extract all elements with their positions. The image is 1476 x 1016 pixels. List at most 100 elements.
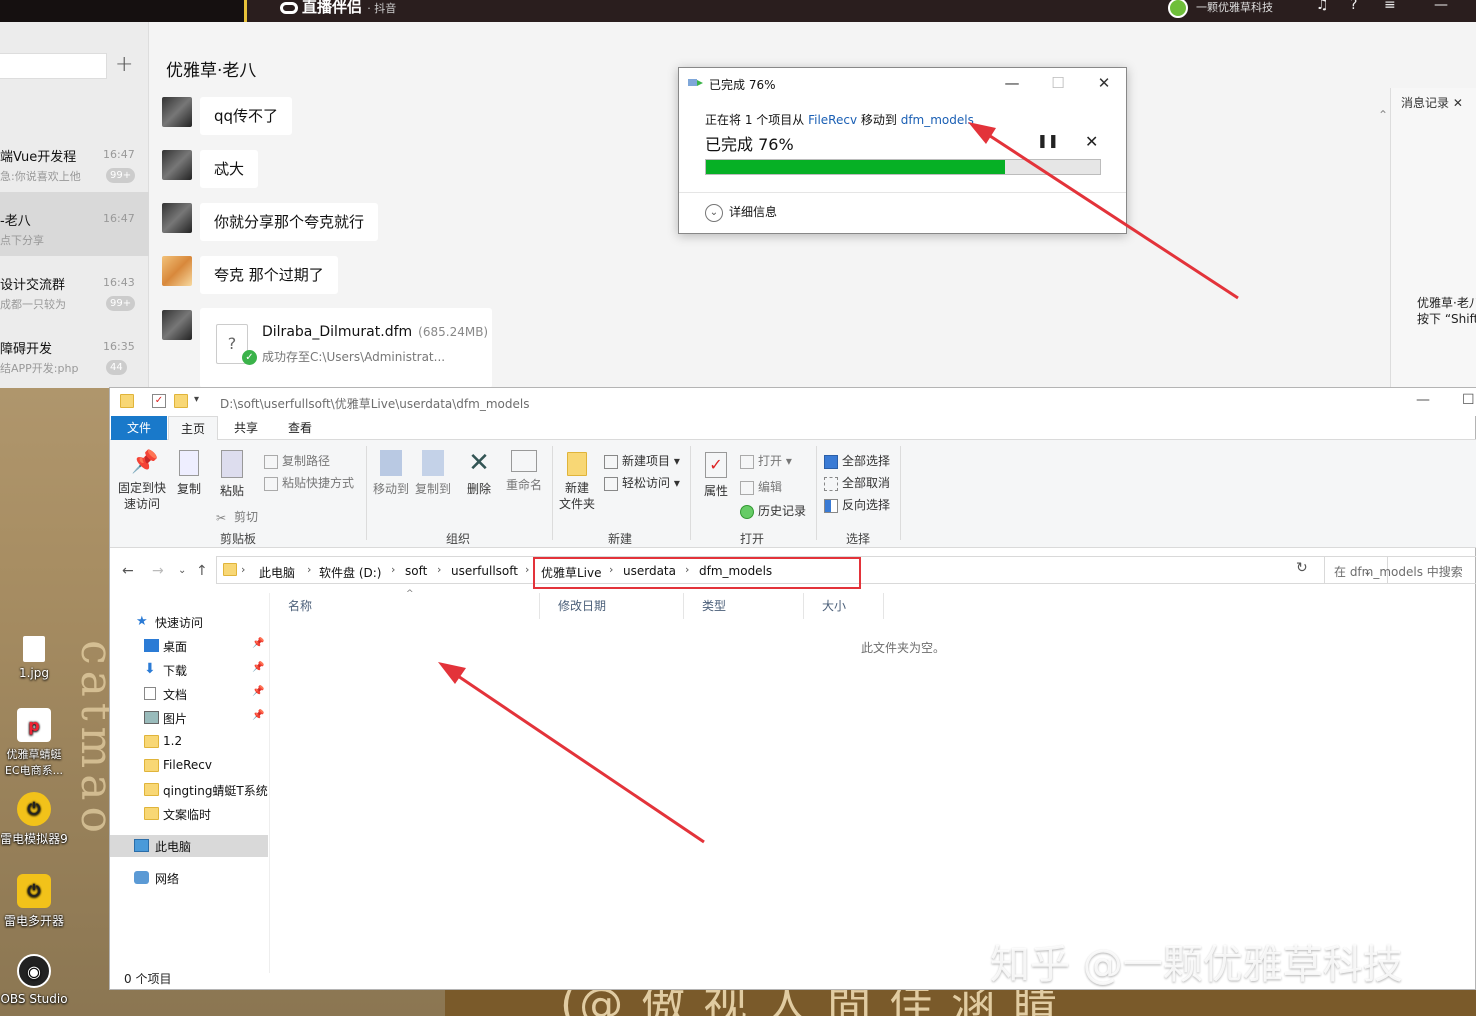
paste-shortcut-icon [264, 476, 278, 491]
search-input[interactable] [0, 53, 107, 79]
nav-label: 文档 [163, 688, 188, 702]
group-label-organize: 组织 [446, 532, 471, 546]
tab-home[interactable]: 主页 [168, 416, 219, 441]
minimize-icon[interactable]: — [1434, 0, 1448, 13]
tab-view[interactable]: 查看 [276, 416, 324, 440]
breadcrumb-drive[interactable]: 软件盘 (D:) [319, 564, 381, 581]
target-folder-link[interactable]: dfm_models [901, 113, 974, 127]
search-input[interactable]: 在 dfm_models 中搜索 [1324, 556, 1476, 584]
file-message-card[interactable]: ? ✓ Dilraba_Dilmurat.dfm (685.24MB) 成功存至C… [200, 308, 492, 388]
nav-this-pc[interactable]: 此电脑 [110, 835, 268, 857]
rename-button[interactable]: 重命名 [504, 450, 544, 493]
desktop-icon-ldplayer[interactable]: ⏻ 雷电模拟器9 [0, 792, 74, 847]
nav-item-folder[interactable]: qingting蜻蜓T系统 [110, 779, 268, 801]
close-button[interactable]: ✕ [1081, 70, 1127, 96]
conversation-item[interactable]: 端Vue开发程 急:你说喜欢上他 16:47 99+ [0, 128, 149, 192]
nav-item-pictures[interactable]: 图片 📌 [110, 707, 268, 729]
copy-button[interactable]: 复制 [174, 450, 204, 497]
source-folder-link[interactable]: FileRecv [808, 113, 857, 127]
move-prefix: 正在将 1 个项目从 [705, 113, 809, 127]
history-tab[interactable]: 消息记录 ✕ [1401, 94, 1463, 111]
nav-label: 网络 [155, 872, 180, 886]
move-mid: 移动到 [857, 113, 901, 127]
invert-selection-button[interactable]: 反向选择 [824, 496, 890, 513]
avatar [162, 97, 192, 127]
delete-icon: ✕ [468, 448, 490, 478]
nav-item-folder[interactable]: 1.2 [110, 731, 268, 753]
group-separator [900, 446, 901, 540]
nav-network[interactable]: 网络 [110, 867, 268, 889]
back-arrow-icon[interactable]: ← [122, 563, 134, 579]
desktop-icon-multi[interactable]: ⏻ 雷电多开器 [0, 874, 74, 929]
details-toggle[interactable]: ⌄ 详细信息 [705, 203, 777, 222]
tab-share[interactable]: 共享 [222, 416, 270, 440]
new-item-button[interactable]: 新建项目 ▾ [604, 452, 680, 469]
delete-button[interactable]: ✕ 删除 [464, 450, 494, 497]
document-icon [144, 687, 156, 700]
breadcrumb-this-pc[interactable]: 此电脑 [259, 564, 295, 581]
move-to-button[interactable]: 移动到 [372, 450, 410, 497]
close-icon[interactable]: ✕ [1453, 96, 1463, 110]
column-name[interactable]: 名称 [270, 593, 540, 619]
conversation-item-selected[interactable]: -老八 点下分享 16:47 [0, 192, 149, 256]
pause-icon[interactable]: ❚❚ [1037, 134, 1059, 149]
conv-time: 16:47 [103, 212, 135, 225]
minimize-button[interactable]: — [1416, 392, 1430, 408]
history-button[interactable]: 历史记录 [740, 502, 806, 519]
breadcrumb-soft[interactable]: soft [405, 564, 427, 578]
conversation-item[interactable]: 障碍开发 结APP开发:php 16:35 44 [0, 320, 149, 384]
multi-instance-icon: ⏻ [17, 874, 51, 908]
user-account[interactable]: 一颗优雅草科技 [1168, 0, 1273, 18]
column-size[interactable]: 大小 [804, 593, 884, 619]
file-size: (685.24MB) [418, 325, 489, 339]
copy-to-button[interactable]: 复制到 [414, 450, 452, 497]
copy-path-button[interactable]: 复制路径 [264, 452, 330, 469]
pin-quick-access-button[interactable]: 📌 固定到快 速访问 [116, 450, 168, 512]
recent-dropdown-icon[interactable]: ⌄ [178, 565, 186, 576]
nav-item-desktop[interactable]: 桌面 📌 [110, 635, 268, 657]
copy-label: 复制 [176, 482, 201, 496]
livestream-app-bar: 直播伴侣 · 抖音 一颗优雅草科技 ♫ ? ≡ — [0, 0, 1476, 22]
collapse-icon[interactable]: ⌃ [1378, 108, 1388, 122]
properties-button[interactable]: ✓ 属性 [698, 452, 734, 499]
minimize-button[interactable]: — [989, 70, 1035, 96]
paste-button[interactable]: 粘贴 [214, 450, 250, 499]
open-button[interactable]: 打开 ▾ [740, 452, 792, 469]
properties-quick-icon[interactable]: ✓ [152, 394, 166, 408]
breadcrumb-userfullsoft[interactable]: userfullsoft [451, 564, 518, 578]
tab-file[interactable]: 文件 [111, 416, 167, 440]
address-bar[interactable]: › 此电脑 › 软件盘 (D:) › soft › userfullsoft ›… [216, 556, 1388, 589]
help-icon[interactable]: ? [1350, 0, 1357, 13]
maximize-button[interactable]: ☐ [1462, 392, 1475, 408]
select-all-button[interactable]: 全部选择 [824, 452, 890, 469]
headset-icon[interactable]: ♫ [1316, 0, 1329, 13]
select-none-button[interactable]: 全部取消 [824, 474, 890, 491]
column-modified[interactable]: 修改日期 [540, 593, 684, 619]
new-folder-quick-icon[interactable] [174, 394, 188, 408]
column-type[interactable]: 类型 [684, 593, 804, 619]
obs-icon: ◉ [17, 954, 51, 988]
nav-item-folder[interactable]: 文案临时 [110, 803, 268, 825]
desktop-icon-ecommerce[interactable]: p 优雅草蜻蜓 EC电商系... [0, 708, 74, 778]
quick-access-dropdown-icon[interactable]: ▾ [194, 394, 208, 408]
cut-button[interactable]: ✂ 剪切 [216, 508, 258, 525]
conversation-item[interactable]: 设计交流群 成都一只较为 16:43 99+ [0, 256, 149, 320]
nav-item-documents[interactable]: 文档 📌 [110, 683, 268, 705]
refresh-icon[interactable]: ↻ [1296, 560, 1308, 576]
menu-icon[interactable]: ≡ [1384, 0, 1396, 13]
nav-item-downloads[interactable]: ⬇ 下载 📌 [110, 659, 268, 681]
desktop-icon-obs[interactable]: ◉ OBS Studio [0, 954, 74, 1006]
edit-button[interactable]: 编辑 [740, 478, 782, 495]
desktop-icon-image[interactable]: 1.jpg [0, 636, 74, 680]
up-arrow-icon[interactable]: ↑ [196, 563, 208, 579]
new-folder-button[interactable]: 新建 文件夹 [558, 452, 596, 512]
picture-icon [144, 711, 159, 724]
nav-quick-access[interactable]: ★ 快速访问 [110, 611, 268, 633]
paste-shortcut-button[interactable]: 粘贴快捷方式 [264, 474, 354, 491]
add-icon[interactable]: + [115, 52, 133, 77]
nav-item-folder[interactable]: FileRecv [110, 755, 268, 777]
cancel-icon[interactable]: ✕ [1085, 132, 1098, 151]
message-bubble: 你就分享那个夸克就行 [200, 203, 379, 241]
easy-access-button[interactable]: 轻松访问 ▾ [604, 474, 680, 491]
paste-shortcut-label: 粘贴快捷方式 [282, 476, 355, 490]
